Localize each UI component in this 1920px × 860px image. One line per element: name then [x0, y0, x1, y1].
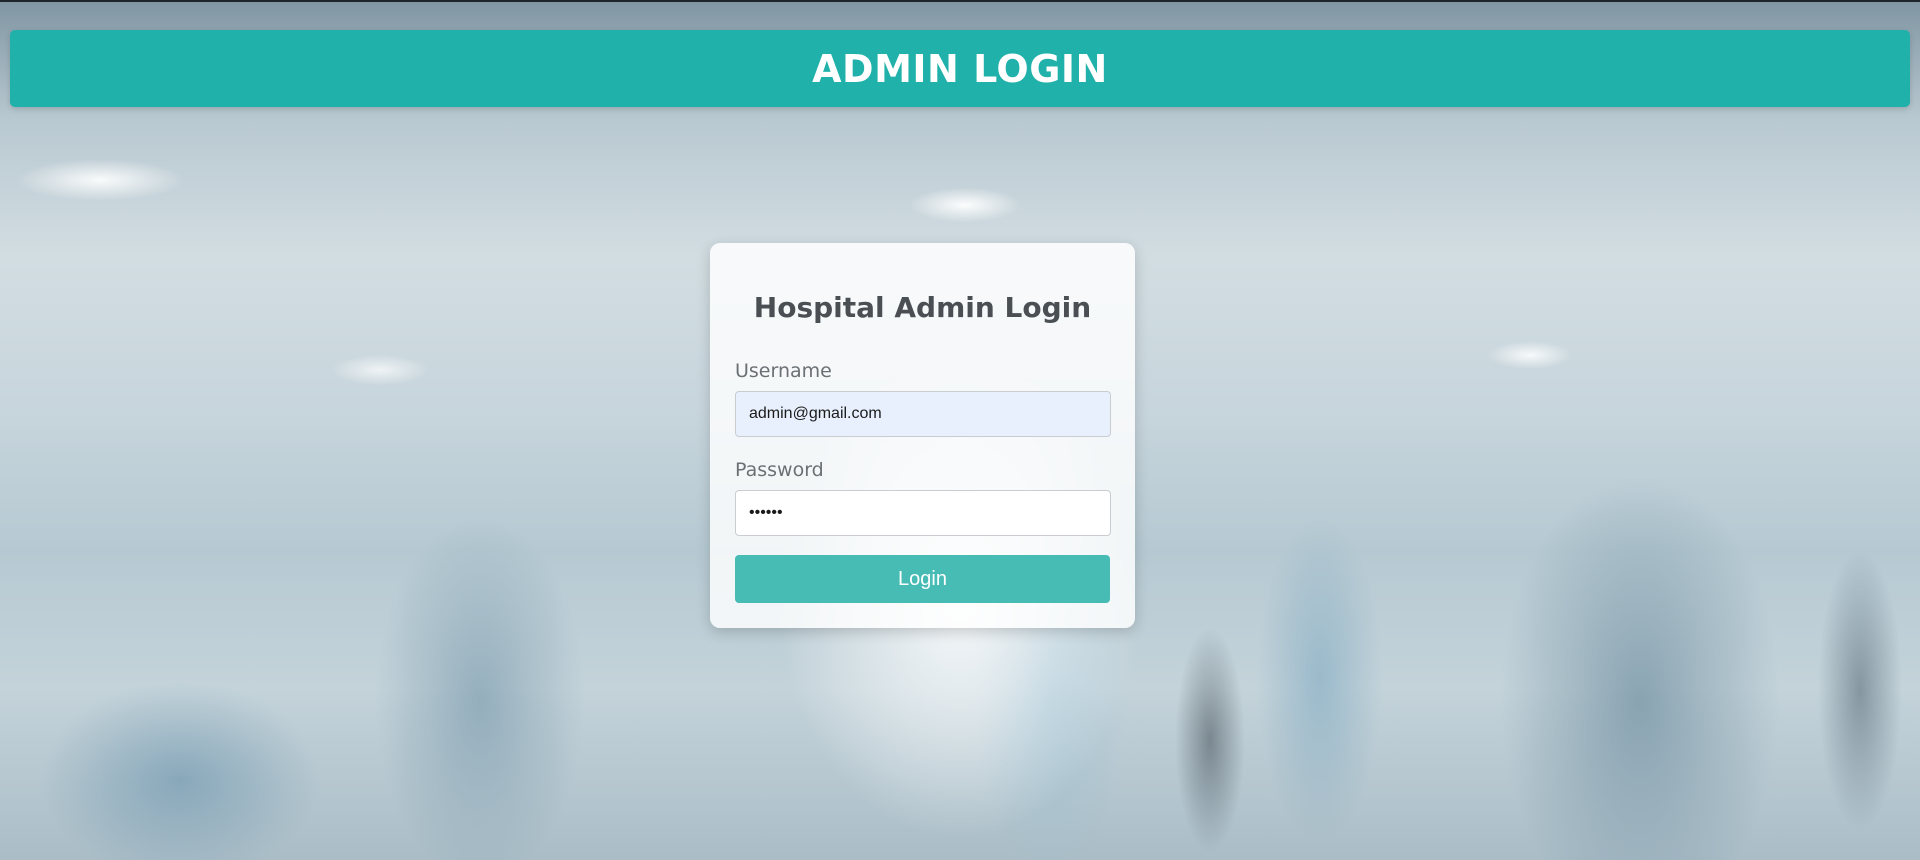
username-label: Username [735, 360, 832, 382]
login-card-title: Hospital Admin Login [753, 291, 1092, 324]
username-input[interactable] [735, 391, 1111, 437]
login-card: Hospital Admin Login Username Password L… [710, 243, 1135, 628]
password-label: Password [735, 459, 824, 481]
login-page: ADMIN LOGIN Hospital Admin Login Usernam… [0, 0, 1920, 860]
top-border [0, 0, 1920, 2]
header-title: ADMIN LOGIN [812, 46, 1108, 91]
login-button[interactable]: Login [735, 555, 1110, 603]
password-input[interactable] [735, 490, 1111, 536]
header-banner: ADMIN LOGIN [10, 30, 1910, 107]
